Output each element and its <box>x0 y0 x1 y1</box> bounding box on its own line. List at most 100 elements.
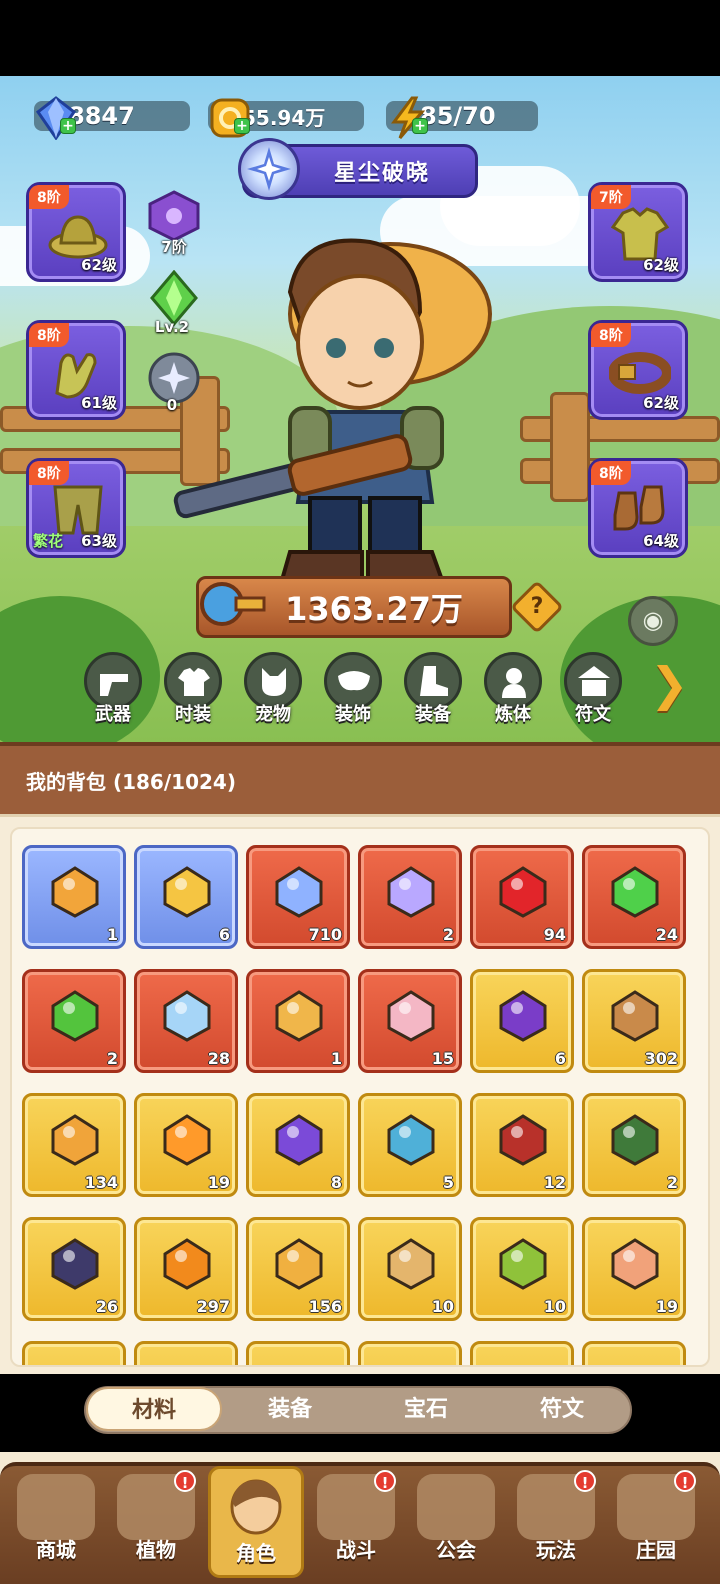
tier-badge: 8阶 <box>29 323 69 347</box>
category-weapon[interactable]: 武器 <box>80 652 146 732</box>
nav-shop[interactable]: 商城 <box>8 1466 104 1578</box>
inventory-item[interactable] <box>22 1341 126 1365</box>
level-label: 62级 <box>81 256 117 274</box>
nav-label: 玩法 <box>536 1538 576 1562</box>
scissors-icon <box>275 990 323 1042</box>
nav-label: 植物 <box>136 1538 176 1562</box>
alert-badge: ! <box>674 1470 696 1492</box>
item-count: 134 <box>84 1173 118 1192</box>
tier-badge: 7阶 <box>591 185 631 209</box>
gem-counter[interactable]: 8847 + <box>34 96 190 140</box>
category-label: 符文 <box>575 704 611 725</box>
inventory-item[interactable]: 6 <box>470 969 574 1073</box>
inventory-item[interactable]: 2 <box>22 969 126 1073</box>
syringe-icon <box>163 866 211 918</box>
inventory-item[interactable] <box>358 1341 462 1365</box>
tab-gems[interactable]: 宝石 <box>358 1388 494 1432</box>
inventory-item[interactable]: 302 <box>582 969 686 1073</box>
gear-slot-belt[interactable]: 8阶 62级 <box>588 320 688 420</box>
add-gems-icon[interactable]: + <box>60 118 76 134</box>
inventory-item[interactable]: 19 <box>134 1093 238 1197</box>
inventory-item[interactable]: 28 <box>134 969 238 1073</box>
inventory-item[interactable]: 15 <box>358 969 462 1073</box>
category-label: 装饰 <box>335 704 371 725</box>
item-count: 24 <box>655 925 678 944</box>
inventory-item[interactable]: 1 <box>246 969 350 1073</box>
inventory-item[interactable]: 26 <box>22 1217 126 1321</box>
category-decor[interactable]: 装饰 <box>320 652 386 732</box>
tab-materials[interactable]: 材料 <box>86 1387 222 1431</box>
green-cube-icon <box>611 1114 659 1166</box>
item-count: 6 <box>218 925 230 944</box>
category-pet[interactable]: 宠物 <box>240 652 306 732</box>
category-body-refine[interactable]: 炼体 <box>480 652 546 732</box>
inventory-item[interactable]: 134 <box>22 1093 126 1197</box>
inventory-item[interactable]: 1 <box>22 845 126 949</box>
item-grid[interactable]: 1 6 710 2 94 24 2 28 1 15 6 302 134 19 8 5 12 2 26 297 156 10… <box>10 827 710 1367</box>
coin-counter[interactable]: 55.94万 + <box>208 96 364 138</box>
nav-plants[interactable]: 植物! <box>108 1466 204 1578</box>
inventory-item[interactable]: 19 <box>582 1217 686 1321</box>
add-energy-icon[interactable]: + <box>412 118 428 134</box>
flower-pot-icon <box>387 1238 435 1290</box>
nav-battle[interactable]: 战斗! <box>308 1466 404 1578</box>
gear-slot-boots[interactable]: 8阶 64级 <box>588 458 688 558</box>
gear-slot-gloves[interactable]: 8阶 61级 <box>26 320 126 420</box>
card-icon <box>51 866 99 918</box>
inventory-item[interactable]: 12 <box>470 1093 574 1197</box>
nav-guild[interactable]: 公会 <box>408 1466 504 1578</box>
gear-slot-hat[interactable]: 8阶 62级 <box>26 182 126 282</box>
item-count: 28 <box>207 1049 230 1068</box>
orange-potion-icon <box>163 1238 211 1290</box>
inventory-item[interactable]: 10 <box>470 1217 574 1321</box>
nav-gameplay[interactable]: 玩法! <box>508 1466 604 1578</box>
gear-slot-shirt[interactable]: 7阶 62级 <box>588 182 688 282</box>
gear-slot-pants[interactable]: 8阶 繁花 63级 <box>26 458 126 558</box>
inventory-item[interactable] <box>246 1341 350 1365</box>
star-emblem-icon <box>238 138 300 200</box>
bag-tabs: 材料 装备 宝石 符文 <box>84 1386 632 1434</box>
alert-badge: ! <box>174 1470 196 1492</box>
crystal-star-icon <box>275 866 323 918</box>
pyramid-icon <box>163 1114 211 1166</box>
add-coins-icon[interactable]: + <box>234 118 250 134</box>
nav-label: 角色 <box>236 1541 276 1565</box>
inventory-item[interactable]: 5 <box>358 1093 462 1197</box>
inventory-item[interactable] <box>470 1341 574 1365</box>
tab-runes[interactable]: 符文 <box>494 1388 630 1432</box>
inventory-item[interactable]: 24 <box>582 845 686 949</box>
sprayer-icon <box>499 1238 547 1290</box>
item-count: 2 <box>442 925 454 944</box>
category-fashion[interactable]: 时装 <box>160 652 226 732</box>
inventory-item[interactable]: 10 <box>358 1217 462 1321</box>
inventory-item[interactable]: 6 <box>134 845 238 949</box>
level-label: 61级 <box>81 394 117 412</box>
item-count: 2 <box>666 1173 678 1192</box>
inventory-item[interactable]: 2 <box>582 1093 686 1197</box>
nav-manor[interactable]: 庄园! <box>608 1466 704 1578</box>
item-count: 12 <box>543 1173 566 1192</box>
item-count: 15 <box>431 1049 454 1068</box>
inventory-item[interactable]: 156 <box>246 1217 350 1321</box>
inventory-item[interactable]: 710 <box>246 845 350 949</box>
inventory-item[interactable] <box>582 1341 686 1365</box>
eye-hide-toggle-icon[interactable]: ◉ <box>628 596 678 646</box>
item-count: 710 <box>308 925 342 944</box>
inventory-item[interactable]: 8 <box>246 1093 350 1197</box>
tab-equipment[interactable]: 装备 <box>222 1388 358 1432</box>
potion-red-icon <box>499 866 547 918</box>
inventory-item[interactable]: 2 <box>358 845 462 949</box>
inventory-item[interactable]: 297 <box>134 1217 238 1321</box>
inventory-item[interactable] <box>134 1341 238 1365</box>
energy-counter[interactable]: 85/70 + <box>386 96 538 139</box>
category-rune[interactable]: 符文 <box>560 652 626 732</box>
category-equipment[interactable]: 装备 <box>400 652 466 732</box>
chevron-right-icon[interactable]: ❯ <box>650 660 694 710</box>
item-count: 10 <box>543 1297 566 1316</box>
inventory-item[interactable]: 94 <box>470 845 574 949</box>
category-label: 武器 <box>95 704 131 725</box>
category-label: 宠物 <box>255 704 291 725</box>
nav-character[interactable]: 角色 <box>208 1466 304 1578</box>
bag-title: 我的背包 (186/1024) <box>26 770 236 794</box>
shop-icon <box>17 1474 95 1540</box>
